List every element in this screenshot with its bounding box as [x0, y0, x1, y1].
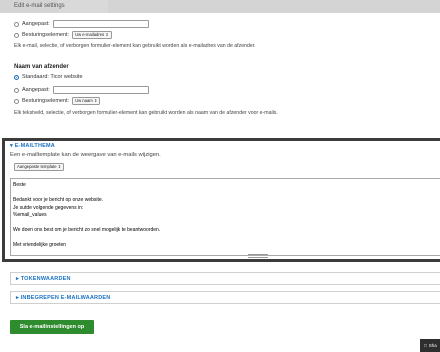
- email-body-line: Bedankt voor je bericht op onze website.: [13, 197, 104, 203]
- email-theme-legend[interactable]: ▾ E-MAILTHEMA: [10, 143, 55, 149]
- sender-email-custom-radio[interactable]: [14, 21, 19, 27]
- sender-name-form-element-row[interactable]: Besturingselement: Uw naam ⇕: [14, 96, 101, 106]
- editor-resize-grip[interactable]: [248, 254, 268, 258]
- sender-email-form-element-row[interactable]: Besturingselement: Uw e-mailadres ⇕: [14, 30, 112, 40]
- sender-name-form-element-select[interactable]: Uw naam ⇕: [72, 97, 101, 105]
- sender-name-custom-label: Aangepast:: [22, 87, 50, 93]
- sender-name-heading: Naam van afzender: [14, 64, 69, 70]
- email-template-select[interactable]: Aangepaste template ⇕: [14, 163, 65, 171]
- included-email-values-section[interactable]: ▸ INBEGREPEN E-MAILWAARDEN: [10, 291, 440, 304]
- window-title-bar: Edit e-mail settings: [0, 0, 440, 13]
- title-tab: [58, 0, 108, 13]
- sender-name-standard-row[interactable]: Standaard: Ticor website: [14, 72, 83, 82]
- email-body-editor[interactable]: Beste Bedankt voor je bericht op onze we…: [10, 178, 440, 256]
- sender-name-standard-radio[interactable]: [14, 74, 19, 80]
- chat-icon: □: [424, 343, 427, 348]
- sender-name-custom-radio[interactable]: [14, 87, 19, 93]
- sender-email-custom-label: Aangepast:: [22, 21, 50, 27]
- token-values-section[interactable]: ▸ TOKENWAARDEN: [10, 272, 440, 285]
- sender-email-custom-row[interactable]: Aangepast:: [14, 19, 149, 29]
- email-body-line: Beste: [13, 182, 26, 188]
- save-email-settings-button[interactable]: Sla e-mailinstellingen op: [10, 320, 94, 334]
- share-button[interactable]: □ Sha: [420, 339, 440, 352]
- sender-name-custom-input[interactable]: [52, 86, 149, 94]
- email-body-line: We doen ons best om je bericht zo snel m…: [13, 227, 161, 233]
- included-email-values-label: ▸ INBEGREPEN E-MAILWAARDEN: [16, 294, 111, 301]
- share-button-label: Sha: [428, 343, 437, 348]
- sender-name-description: Elk tekstveld, selectie, of verborgen fo…: [14, 110, 278, 116]
- email-body-line: Je sutde volgende gegevens in:: [13, 205, 84, 211]
- sender-email-form-element-select[interactable]: Uw e-mailadres ⇕: [72, 31, 112, 39]
- sender-email-form-element-radio[interactable]: [14, 32, 19, 38]
- sender-name-form-element-label: Besturingselement:: [22, 98, 70, 104]
- email-body-line: Met vriendelijke groeten: [13, 242, 67, 248]
- sender-email-form-element-label: Besturingselement:: [22, 32, 70, 38]
- sender-email-description: Elk e-mail, selectie, of verborgen formu…: [14, 43, 256, 49]
- sender-name-form-element-radio[interactable]: [14, 98, 19, 104]
- email-theme-description: Een e-mailtemplate kan de weergave van e…: [10, 152, 161, 158]
- sender-name-custom-row[interactable]: Aangepast:: [14, 85, 149, 95]
- window-title: Edit e-mail settings: [14, 3, 65, 9]
- sender-email-custom-input[interactable]: [52, 20, 149, 28]
- sender-name-standard-label: Standaard: Ticor website: [22, 74, 83, 80]
- token-values-label: ▸ TOKENWAARDEN: [16, 275, 71, 282]
- email-body-line: %email_values: [13, 212, 47, 218]
